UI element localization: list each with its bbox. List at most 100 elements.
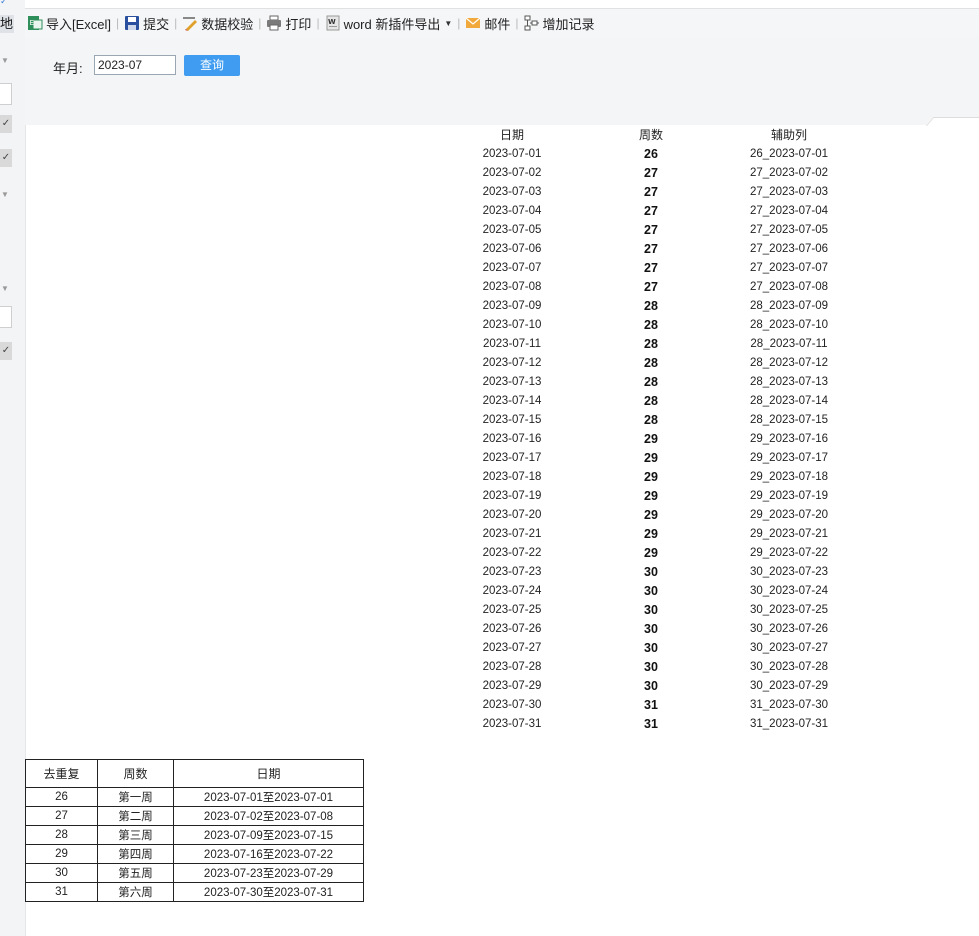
print-label: 打印 (285, 16, 312, 32)
date-cell: 2023-07-05 (482, 223, 542, 236)
date-cell: 2023-07-28 (482, 660, 542, 673)
week-number-cell: 29 (644, 469, 658, 484)
helper-cell: 30_2023-07-25 (749, 603, 828, 616)
table-row: 30 第五周 2023-07-23至2023-07-29 (25, 863, 364, 883)
week-number-cell: 29 (644, 507, 658, 522)
date-range-cell: 2023-07-01至2023-07-01 (173, 787, 364, 807)
column-header-helper: 辅助列 (770, 128, 807, 142)
import-excel-label: 导入[Excel] (46, 16, 112, 32)
dedup-week-cell: 31 (25, 882, 98, 902)
week-number-cell: 30 (644, 583, 658, 598)
table-row: 2023-07-29 30 30_2023-07-29 (440, 676, 860, 695)
table-row: 27 第二周 2023-07-02至2023-07-08 (25, 806, 364, 826)
date-cell: 2023-07-25 (482, 603, 542, 616)
print-icon (266, 15, 282, 31)
date-cell: 2023-07-29 (482, 679, 542, 692)
chevron-down-icon[interactable]: ▼ (1, 284, 11, 294)
data-check-button[interactable]: 数据校验 (180, 12, 255, 34)
check-icon[interactable]: ✓ (0, 149, 12, 167)
table-row: 2023-07-06 27 27_2023-07-06 (440, 239, 860, 258)
chevron-down-icon[interactable]: ▼ (1, 56, 11, 66)
submit-label: 提交 (143, 16, 170, 32)
helper-cell: 27_2023-07-04 (749, 204, 828, 217)
date-cell: 2023-07-15 (482, 413, 542, 426)
helper-cell: 31_2023-07-31 (749, 717, 828, 730)
helper-cell: 27_2023-07-02 (749, 166, 828, 179)
table-row: 28 第三周 2023-07-09至2023-07-15 (25, 825, 364, 845)
week-number-cell: 28 (644, 374, 658, 389)
week-number-cell: 28 (644, 336, 658, 351)
date-cell: 2023-07-03 (482, 185, 542, 198)
svg-text:W: W (328, 18, 336, 26)
word-export-button[interactable]: W word 新插件导出 ▼ (323, 12, 455, 34)
date-cell: 2023-07-21 (482, 527, 542, 540)
helper-cell: 29_2023-07-17 (749, 451, 828, 464)
table-row: 2023-07-21 29 29_2023-07-21 (440, 524, 860, 543)
mail-label: 邮件 (484, 16, 511, 32)
mail-button[interactable]: 邮件 (463, 12, 512, 34)
table-row: 2023-07-14 28 28_2023-07-14 (440, 391, 860, 410)
date-cell: 2023-07-30 (482, 698, 542, 711)
week-number-cell: 31 (644, 697, 658, 712)
table-row: 2023-07-11 28 28_2023-07-11 (440, 334, 860, 353)
helper-cell: 27_2023-07-08 (749, 280, 828, 293)
date-cell: 2023-07-22 (482, 546, 542, 559)
chevron-down-icon[interactable]: ▼ (1, 190, 11, 200)
date-cell: 2023-07-09 (482, 299, 542, 312)
week-number-cell: 28 (644, 298, 658, 313)
table-row: 2023-07-26 30 30_2023-07-26 (440, 619, 860, 638)
table-row: 2023-07-27 30 30_2023-07-27 (440, 638, 860, 657)
toolbar-separator: | (116, 16, 120, 30)
week-number-cell: 30 (644, 659, 658, 674)
helper-cell: 27_2023-07-07 (749, 261, 828, 274)
table-row: 2023-07-09 28 28_2023-07-09 (440, 296, 860, 315)
data-check-label: 数据校验 (201, 16, 254, 32)
import-excel-button[interactable]: E 导入[Excel] (25, 12, 113, 34)
week-number-cell: 29 (644, 431, 658, 446)
date-cell: 2023-07-19 (482, 489, 542, 502)
pin-icon[interactable]: ✓ (0, 0, 14, 6)
week-number-cell: 27 (644, 279, 658, 294)
check-icon[interactable]: ✓ (0, 342, 12, 360)
print-button[interactable]: 打印 (264, 12, 313, 34)
year-month-label: 年月: (53, 61, 83, 76)
date-cell: 2023-07-13 (482, 375, 542, 388)
year-month-input[interactable] (94, 55, 176, 75)
helper-cell: 29_2023-07-19 (749, 489, 828, 502)
caret-down-icon[interactable]: ▼ (444, 19, 452, 28)
helper-cell: 28_2023-07-09 (749, 299, 828, 312)
week-number-cell: 30 (644, 621, 658, 636)
dedup-week-cell: 26 (25, 787, 98, 807)
week-number-cell: 28 (644, 412, 658, 427)
column-header-week: 周数 (638, 128, 663, 142)
date-cell: 2023-07-18 (482, 470, 542, 483)
helper-cell: 28_2023-07-15 (749, 413, 828, 426)
panel-collapse-handle[interactable] (926, 117, 979, 126)
add-record-button[interactable]: 增加记录 (522, 12, 597, 34)
helper-cell: 29_2023-07-20 (749, 508, 828, 521)
week-number-cell: 26 (644, 146, 658, 161)
check-icon[interactable]: ✓ (0, 115, 12, 133)
week-name-cell: 第三周 (97, 825, 174, 845)
week-number-cell: 28 (644, 355, 658, 370)
toolbar-separator: | (258, 16, 262, 30)
query-button[interactable]: 查询 (184, 55, 240, 76)
date-cell: 2023-07-10 (482, 318, 542, 331)
date-cell: 2023-07-08 (482, 280, 542, 293)
submit-button[interactable]: 提交 (122, 12, 171, 34)
column-header-date-range: 日期 (173, 759, 364, 788)
week-number-cell: 30 (644, 640, 658, 655)
table-row: 2023-07-19 29 29_2023-07-19 (440, 486, 860, 505)
date-cell: 2023-07-01 (482, 147, 542, 160)
helper-cell: 30_2023-07-29 (749, 679, 828, 692)
sidebar-input-stub[interactable] (0, 83, 12, 105)
table-row: 2023-07-30 31 31_2023-07-30 (440, 695, 860, 714)
week-number-cell: 27 (644, 222, 658, 237)
week-number-cell: 29 (644, 450, 658, 465)
sidebar-input-stub[interactable] (0, 306, 12, 328)
week-number-cell: 29 (644, 526, 658, 541)
add-record-label: 增加记录 (542, 16, 595, 32)
table-row: 2023-07-31 31 31_2023-07-31 (440, 714, 860, 733)
week-number-cell: 29 (644, 545, 658, 560)
word-icon: W (325, 15, 341, 31)
